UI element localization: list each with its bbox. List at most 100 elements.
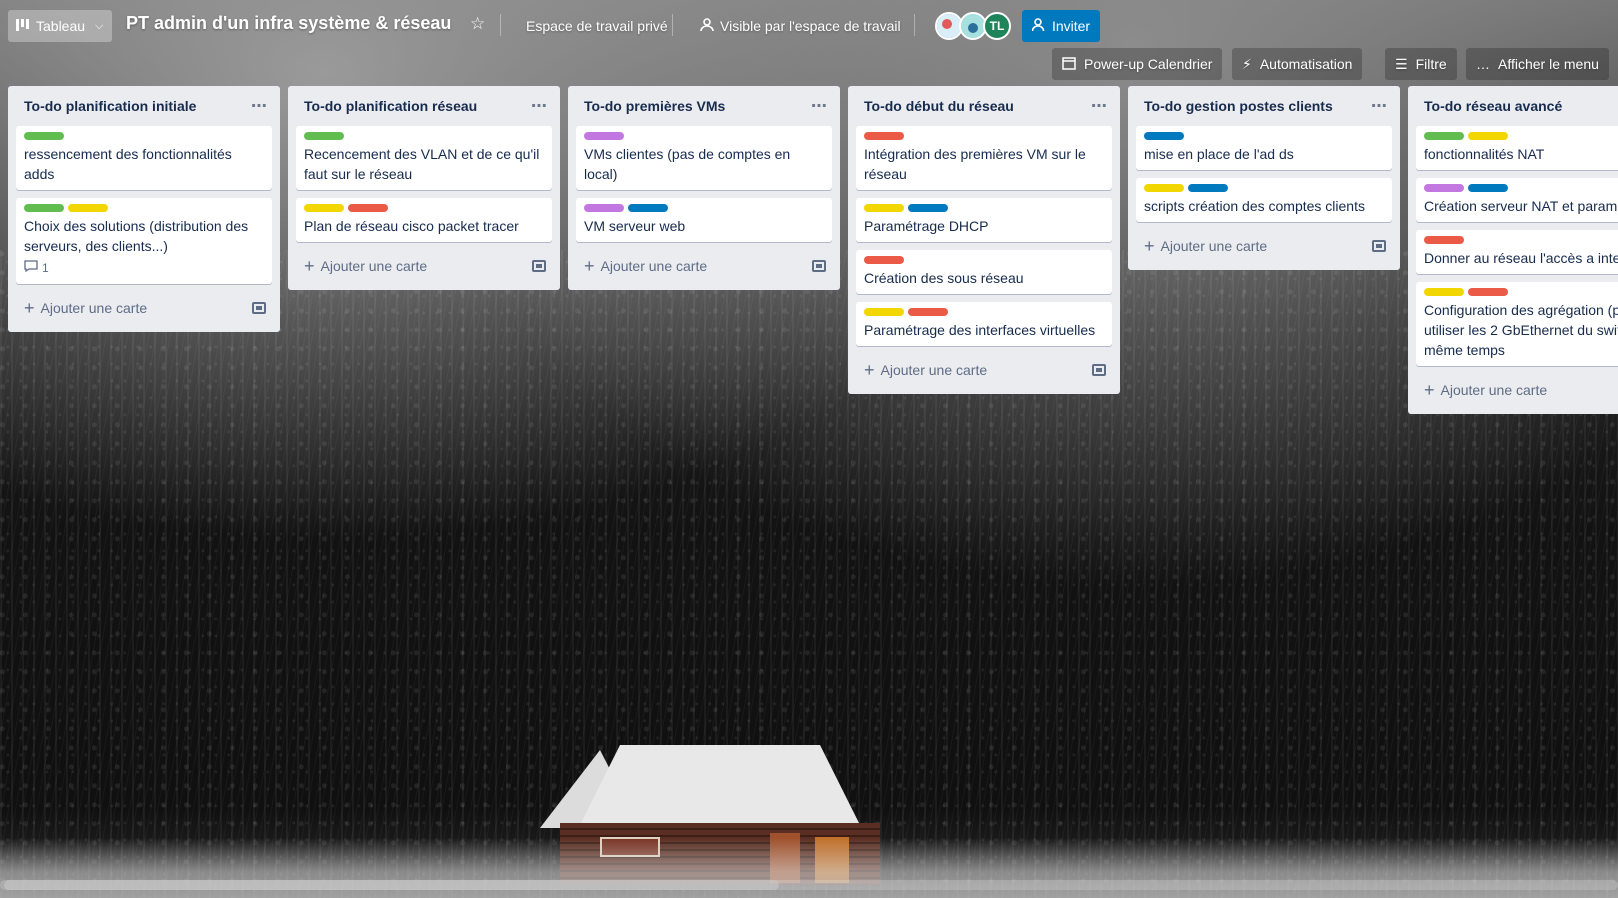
label-red[interactable] [864,256,904,264]
avatar[interactable]: TL [983,12,1011,40]
list-menu-icon[interactable]: ⋯ [1091,96,1108,116]
card[interactable]: VMs clientes (pas de comptes en local) [576,126,832,190]
label-yellow[interactable] [864,308,904,316]
template-icon[interactable] [1092,364,1106,376]
list-title[interactable]: To-do planification initiale [24,98,196,114]
visibility-button[interactable]: Visible par l'espace de travail [692,10,909,42]
view-switcher-button[interactable]: Tableau ⌵ [8,10,112,42]
board-header: Tableau ⌵ PT admin d'un infra système & … [0,0,1618,52]
add-card-button[interactable]: + Ajouter une carte [856,354,1112,386]
add-card-button[interactable]: + Ajouter une carte [1416,374,1618,406]
label-yellow[interactable] [304,204,344,212]
add-card-label: Ajouter une carte [1160,238,1268,254]
add-card-label: Ajouter une carte [600,258,708,274]
template-icon[interactable] [812,260,826,272]
add-card-label: Ajouter une carte [880,362,988,378]
filter-button[interactable]: ☰ Filtre [1385,48,1457,80]
label-yellow[interactable] [1424,288,1464,296]
plus-icon: + [584,256,595,276]
automation-button[interactable]: ⚡ Automatisation [1232,48,1363,80]
board-title[interactable]: PT admin d'un infra système & réseau [126,13,451,34]
list-title[interactable]: To-do réseau avancé [1424,98,1562,114]
horizontal-scrollbar[interactable] [0,880,1618,890]
list-title[interactable]: To-do planification réseau [304,98,477,114]
list-menu-icon[interactable]: ⋯ [531,96,548,116]
card[interactable]: Choix des solutions (distribution des se… [16,198,272,284]
divider [914,14,915,36]
list-column: To-do planification réseau ⋯ Recencement… [288,86,560,290]
label-red[interactable] [1468,288,1508,296]
label-yellow[interactable] [68,204,108,212]
label-purple[interactable] [584,132,624,140]
label-blue[interactable] [1468,184,1508,192]
card[interactable]: Configuration des agrégation (p utiliser… [1416,282,1618,366]
list-title[interactable]: To-do gestion postes clients [1144,98,1333,114]
card[interactable]: ressencement des fonctionnalités adds [16,126,272,190]
list-title[interactable]: To-do début du réseau [864,98,1014,114]
card[interactable]: Création serveur NAT et param [1416,178,1618,222]
label-purple[interactable] [584,204,624,212]
label-red[interactable] [1424,236,1464,244]
view-switcher-label: Tableau [36,18,86,34]
scrollbar-thumb[interactable] [4,880,779,890]
label-blue[interactable] [628,204,668,212]
add-person-icon [1031,17,1046,35]
label-blue[interactable] [908,204,948,212]
avatar-initials: TL [989,19,1005,33]
label-red[interactable] [864,132,904,140]
card[interactable]: scripts création des comptes clients [1136,178,1392,222]
card[interactable]: Recencement des VLAN et de ce qu'il faut… [296,126,552,190]
card[interactable]: fonctionnalités NAT [1416,126,1618,170]
show-menu-button[interactable]: … Afficher le menu [1466,48,1609,80]
card-title: fonctionnalités NAT [1424,146,1545,162]
card[interactable]: Donner au réseau l'accès a inte [1416,230,1618,274]
visibility-label: Visible par l'espace de travail [720,18,901,34]
add-card-button[interactable]: + Ajouter une carte [576,250,832,282]
calendar-powerup-button[interactable]: Power-up Calendrier [1052,48,1223,80]
label-purple[interactable] [1424,184,1464,192]
card[interactable]: Paramétrage des interfaces virtuelles [856,302,1112,346]
card[interactable]: mise en place de l'ad ds [1136,126,1392,170]
add-card-label: Ajouter une carte [320,258,428,274]
card[interactable]: Paramétrage DHCP [856,198,1112,242]
card-title: Recencement des VLAN et de ce qu'il faut… [304,146,540,182]
card[interactable]: Plan de réseau cisco packet tracer [296,198,552,242]
lightning-icon: ⚡ [1242,55,1252,72]
template-icon[interactable] [252,302,266,314]
card-title: VMs clientes (pas de comptes en local) [584,146,791,182]
add-card-button[interactable]: + Ajouter une carte [16,292,272,324]
invite-label: Inviter [1051,18,1091,34]
workspace-button[interactable]: Espace de travail privé [518,10,676,42]
card[interactable]: Création des sous réseau [856,250,1112,294]
card[interactable]: VM serveur web [576,198,832,242]
add-card-button[interactable]: + Ajouter une carte [296,250,552,282]
star-icon[interactable]: ☆ [470,14,485,34]
label-blue[interactable] [1144,132,1184,140]
list-column: To-do début du réseau ⋯ Intégration des … [848,86,1120,394]
label-yellow[interactable] [1468,132,1508,140]
label-yellow[interactable] [1144,184,1184,192]
list-menu-icon[interactable]: ⋯ [811,96,828,116]
invite-button[interactable]: Inviter [1022,10,1100,42]
label-red[interactable] [348,204,388,212]
card[interactable]: Intégration des premières VM sur le rése… [856,126,1112,190]
template-icon[interactable] [532,260,546,272]
label-yellow[interactable] [864,204,904,212]
chevron-down-icon: ⌵ [95,19,104,32]
label-green[interactable] [24,132,64,140]
label-green[interactable] [304,132,344,140]
calendar-icon [1062,56,1076,73]
label-blue[interactable] [1188,184,1228,192]
add-card-button[interactable]: + Ajouter une carte [1136,230,1392,262]
label-green[interactable] [1424,132,1464,140]
card-title: Paramétrage des interfaces virtuelles [864,322,1096,338]
calendar-label: Power-up Calendrier [1084,56,1213,72]
board-icon [16,18,30,34]
list-title[interactable]: To-do premières VMs [584,98,725,114]
label-green[interactable] [24,204,64,212]
comment-count: 1 [42,261,49,275]
list-menu-icon[interactable]: ⋯ [1371,96,1388,116]
label-red[interactable] [908,308,948,316]
list-menu-icon[interactable]: ⋯ [251,96,268,116]
template-icon[interactable] [1372,240,1386,252]
